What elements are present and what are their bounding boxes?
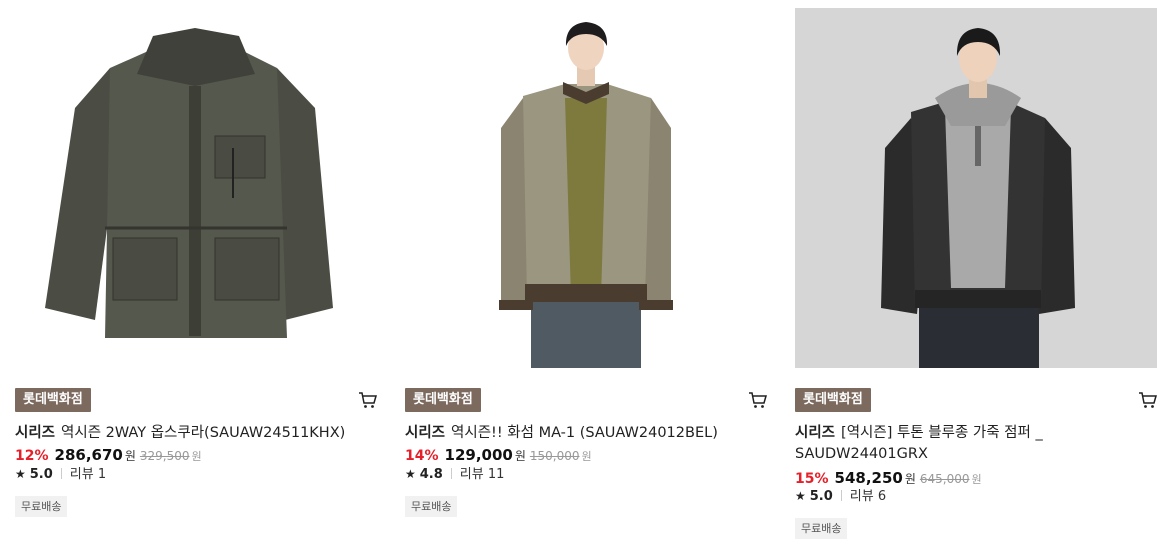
free-shipping-tag: 무료배송 xyxy=(15,496,68,517)
product-name: 역시즌 2WAY 옵스쿠라(SAUAW24511KHX) xyxy=(61,425,346,441)
original-price: 329,500 xyxy=(139,449,190,463)
product-card[interactable]: 롯데백화점 시리즈 역시즌 2WAY 옵스쿠라(SAUAW24511KHX) 12… xyxy=(15,0,390,540)
star-icon: ★ xyxy=(795,489,806,503)
rating-row: ★ 4.8 리뷰 11 xyxy=(405,466,504,483)
star-icon: ★ xyxy=(15,467,26,481)
product-title[interactable]: 시리즈 역시즌!! 화섬 MA-1 (SAUAW24012BEL) xyxy=(405,423,755,444)
divider xyxy=(60,468,62,479)
product-card[interactable]: 롯데백화점 시리즈 역시즌!! 화섬 MA-1 (SAUAW24012BEL) 1… xyxy=(405,0,780,540)
product-grid: 롯데백화점 시리즈 역시즌 2WAY 옵스쿠라(SAUAW24511KHX) 12… xyxy=(0,0,1170,540)
star-icon: ★ xyxy=(405,467,416,481)
discount-rate: 14% xyxy=(405,448,439,464)
sale-price: 129,000 xyxy=(444,446,513,464)
discount-rate: 15% xyxy=(795,471,829,487)
free-shipping-tag: 무료배송 xyxy=(795,518,848,539)
product-image[interactable] xyxy=(795,8,1157,368)
model-leather-jacket-image xyxy=(795,8,1157,368)
cart-icon[interactable] xyxy=(1138,391,1158,409)
product-title[interactable]: 시리즈 [역시즌] 투톤 블루종 가죽 점퍼 _ SAUDW24401GRX xyxy=(795,423,1145,465)
review-count[interactable]: 리뷰 6 xyxy=(850,489,886,504)
currency-label: 원 xyxy=(904,472,916,486)
rating-row: ★ 5.0 리뷰 1 xyxy=(15,466,106,483)
model-bomber-image xyxy=(405,8,767,368)
sale-price: 286,670 xyxy=(54,446,123,464)
original-price: 150,000 xyxy=(529,449,580,463)
product-image[interactable] xyxy=(405,8,767,368)
product-card[interactable]: 롯데백화점 시리즈 [역시즌] 투톤 블루종 가죽 점퍼 _ SAUDW24401… xyxy=(795,0,1170,540)
currency-label: 원 xyxy=(514,449,526,463)
rating-score: 4.8 xyxy=(419,467,443,482)
brand-name: 시리즈 xyxy=(15,425,56,441)
original-currency-label: 원 xyxy=(971,473,982,486)
discount-rate: 12% xyxy=(15,448,49,464)
rating-row: ★ 5.0 리뷰 6 xyxy=(795,488,886,505)
brand-name: 시리즈 xyxy=(795,425,836,441)
store-badge: 롯데백화점 xyxy=(795,388,871,412)
cart-icon[interactable] xyxy=(748,391,768,409)
price-row: 14% 129,000 원 150,000 원 xyxy=(405,446,592,466)
jacket-image xyxy=(15,8,377,368)
review-count[interactable]: 리뷰 1 xyxy=(70,467,106,482)
original-currency-label: 원 xyxy=(191,450,202,463)
store-badge: 롯데백화점 xyxy=(405,388,481,412)
cart-icon[interactable] xyxy=(358,391,378,409)
rating-score: 5.0 xyxy=(29,467,53,482)
original-price: 645,000 xyxy=(919,472,970,486)
review-count[interactable]: 리뷰 11 xyxy=(460,467,505,482)
currency-label: 원 xyxy=(124,449,136,463)
product-image[interactable] xyxy=(15,8,377,368)
product-name: 역시즌!! 화섬 MA-1 (SAUAW24012BEL) xyxy=(451,425,718,441)
brand-name: 시리즈 xyxy=(405,425,446,441)
original-currency-label: 원 xyxy=(581,450,592,463)
divider xyxy=(840,490,842,501)
store-badge: 롯데백화점 xyxy=(15,388,91,412)
product-title[interactable]: 시리즈 역시즌 2WAY 옵스쿠라(SAUAW24511KHX) xyxy=(15,423,365,444)
free-shipping-tag: 무료배송 xyxy=(405,496,458,517)
price-row: 12% 286,670 원 329,500 원 xyxy=(15,446,202,466)
divider xyxy=(450,468,452,479)
price-row: 15% 548,250 원 645,000 원 xyxy=(795,469,982,489)
sale-price: 548,250 xyxy=(834,469,903,487)
rating-score: 5.0 xyxy=(809,489,833,504)
